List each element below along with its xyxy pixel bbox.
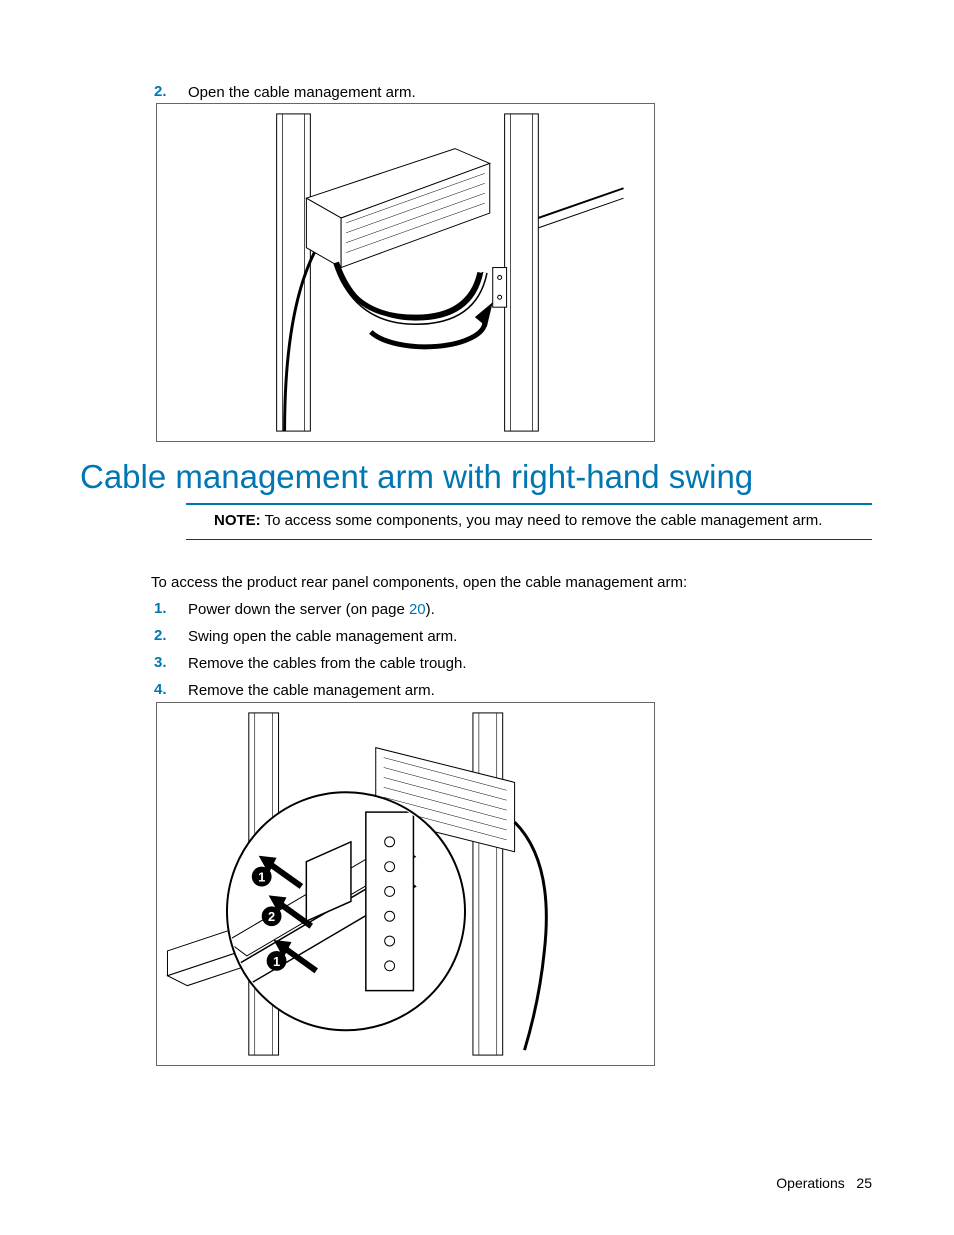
note-rule-top: [186, 503, 872, 505]
step-text: Power down the server (on page 20).: [188, 600, 435, 620]
note-body: To access some components, you may need …: [265, 512, 823, 529]
svg-text:1: 1: [258, 870, 265, 885]
page-footer: Operations 25: [776, 1175, 872, 1191]
step-number: 1.: [154, 600, 188, 620]
intro-text: To access the product rear panel compone…: [151, 574, 687, 591]
step-number: 2.: [154, 83, 188, 103]
footer-page: 25: [856, 1175, 872, 1191]
step-number: 4.: [154, 681, 188, 701]
note-rule-bottom: [186, 539, 872, 540]
step-text: Remove the cables from the cable trough.: [188, 654, 466, 674]
step-row: 2. Open the cable management arm.: [154, 83, 416, 103]
svg-text:2: 2: [268, 909, 275, 924]
server-rack-illustration-icon: [157, 104, 654, 441]
figure-remove-arm: 1 2 1: [156, 702, 655, 1066]
figure-open-arm: [156, 103, 655, 442]
step-number: 2.: [154, 627, 188, 647]
step-row: 4. Remove the cable management arm.: [154, 681, 435, 701]
bracket-removal-illustration-icon: 1 2 1: [157, 703, 654, 1065]
step-row: 1. Power down the server (on page 20).: [154, 600, 435, 620]
note-label: NOTE:: [214, 512, 261, 529]
svg-text:1: 1: [273, 954, 280, 969]
step-text: Remove the cable management arm.: [188, 681, 435, 701]
section-heading: Cable management arm with right-hand swi…: [80, 458, 753, 496]
step-text: Open the cable management arm.: [188, 83, 416, 103]
step-row: 2. Swing open the cable management arm.: [154, 627, 457, 647]
footer-section: Operations: [776, 1175, 844, 1191]
step-text: Swing open the cable management arm.: [188, 627, 457, 647]
step-number: 3.: [154, 654, 188, 674]
page-link[interactable]: 20: [409, 601, 426, 618]
step-row: 3. Remove the cables from the cable trou…: [154, 654, 466, 674]
note-text: NOTE: To access some components, you may…: [214, 512, 822, 529]
